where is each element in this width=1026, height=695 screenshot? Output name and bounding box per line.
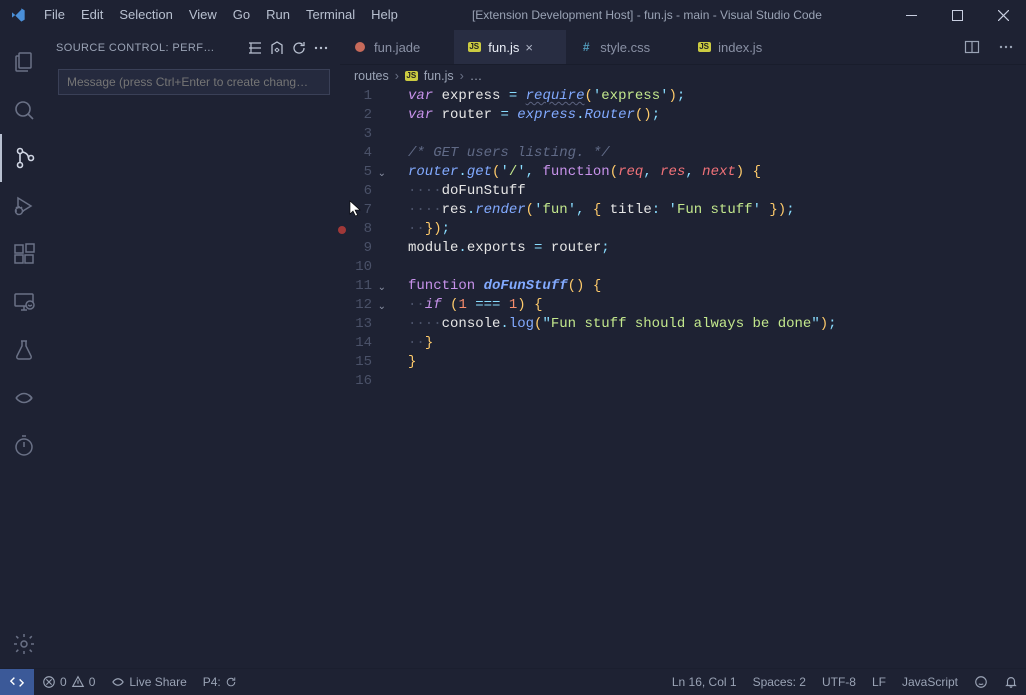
line-number[interactable]: 11⌄ [340, 277, 372, 296]
line-number[interactable]: 12⌄ [340, 296, 372, 315]
breadcrumb-symbol[interactable]: … [470, 69, 483, 83]
remote-explorer-icon[interactable] [0, 278, 48, 326]
view-tree-icon[interactable] [244, 37, 266, 59]
sidebar-title: SOURCE CONTROL: PERF… [56, 42, 244, 54]
code-line[interactable]: module.exports = router; [408, 239, 837, 258]
line-number[interactable]: 15 [340, 353, 372, 372]
breadcrumb-file[interactable]: fun.js [424, 69, 454, 83]
menu-selection[interactable]: Selection [111, 0, 180, 30]
line-number[interactable]: 10 [340, 258, 372, 277]
line-number[interactable]: 7 [340, 201, 372, 220]
code-line[interactable]: router.get('/', function(req, res, next)… [408, 163, 837, 182]
status-feedback-icon[interactable] [966, 669, 996, 695]
js-file-icon: JS [696, 39, 712, 55]
remote-indicator[interactable] [0, 669, 34, 695]
code-line[interactable]: ··}); [408, 220, 837, 239]
menu-view[interactable]: View [181, 0, 225, 30]
line-number[interactable]: 14 [340, 334, 372, 353]
timer-icon[interactable] [0, 422, 48, 470]
status-eol[interactable]: LF [864, 669, 894, 695]
status-bell-icon[interactable] [996, 669, 1026, 695]
code-line[interactable]: var router = express.Router(); [408, 106, 837, 125]
css-file-icon: # [578, 39, 594, 55]
more-icon[interactable] [310, 37, 332, 59]
search-icon[interactable] [0, 86, 48, 134]
chevron-right-icon: › [395, 69, 399, 83]
vscode-logo-icon [0, 7, 36, 23]
tab-fun-jade[interactable]: fun.jade× [340, 30, 454, 64]
close-button[interactable] [980, 0, 1026, 30]
status-p4[interactable]: P4: [195, 669, 245, 695]
minimize-button[interactable] [888, 0, 934, 30]
breakpoint-icon[interactable] [338, 226, 346, 234]
status-problems[interactable]: 0 0 [34, 669, 103, 695]
window-title: [Extension Development Host] - fun.js - … [406, 8, 888, 22]
code-line[interactable]: ··} [408, 334, 837, 353]
menu-file[interactable]: File [36, 0, 73, 30]
chevron-right-icon: › [460, 69, 464, 83]
line-number[interactable]: 9 [340, 239, 372, 258]
code-line[interactable]: ····doFunStuff [408, 182, 837, 201]
code-line[interactable] [408, 372, 837, 391]
js-file-icon: JS [405, 71, 418, 81]
status-encoding[interactable]: UTF-8 [814, 669, 864, 695]
fold-icon[interactable]: ⌄ [378, 165, 386, 184]
code-line[interactable]: ··if (1 === 1) { [408, 296, 837, 315]
menu-terminal[interactable]: Terminal [298, 0, 363, 30]
tab-style-css[interactable]: #style.css× [566, 30, 684, 64]
run-debug-icon[interactable] [0, 182, 48, 230]
line-number[interactable]: 16 [340, 372, 372, 391]
line-number[interactable]: 13 [340, 315, 372, 334]
status-language[interactable]: JavaScript [894, 669, 966, 695]
code-line[interactable] [408, 125, 837, 144]
liveshare-icon[interactable] [0, 374, 48, 422]
js-file-icon: JS [466, 39, 482, 55]
source-control-icon[interactable] [0, 134, 48, 182]
testing-icon[interactable] [0, 326, 48, 374]
line-number[interactable]: 3 [340, 125, 372, 144]
refresh-icon[interactable] [288, 37, 310, 59]
settings-gear-icon[interactable] [0, 620, 48, 668]
tab-fun-js[interactable]: JSfun.js× [454, 30, 566, 64]
code-line[interactable]: var express = require('express'); [408, 87, 837, 106]
status-indent[interactable]: Spaces: 2 [745, 669, 814, 695]
line-number[interactable]: 5⌄ [340, 163, 372, 182]
line-number[interactable]: 4 [340, 144, 372, 163]
code-line[interactable]: function doFunStuff() { [408, 277, 837, 296]
code-line[interactable] [408, 258, 837, 277]
commit-message-input[interactable] [58, 69, 330, 95]
code-line[interactable]: /* GET users listing. */ [408, 144, 837, 163]
fold-icon[interactable]: ⌄ [378, 298, 386, 317]
menu-help[interactable]: Help [363, 0, 406, 30]
status-cursor-pos[interactable]: Ln 16, Col 1 [664, 669, 745, 695]
line-number[interactable]: 1 [340, 87, 372, 106]
line-number[interactable]: 8 [340, 220, 372, 239]
menu-edit[interactable]: Edit [73, 0, 111, 30]
status-liveshare[interactable]: Live Share [103, 669, 194, 695]
line-number[interactable]: 2 [340, 106, 372, 125]
commit-icon[interactable] [266, 37, 288, 59]
explorer-icon[interactable] [0, 38, 48, 86]
code-line[interactable]: ····res.render('fun', { title: 'Fun stuf… [408, 201, 837, 220]
menu-run[interactable]: Run [258, 0, 298, 30]
jade-file-icon [352, 39, 368, 55]
editor-more-icon[interactable] [992, 33, 1020, 61]
code-line[interactable]: ····console.log("Fun stuff should always… [408, 315, 837, 334]
extensions-icon[interactable] [0, 230, 48, 278]
close-tab-icon[interactable]: × [525, 40, 541, 55]
fold-icon[interactable]: ⌄ [378, 279, 386, 298]
maximize-button[interactable] [934, 0, 980, 30]
breadcrumb-folder[interactable]: routes [354, 69, 389, 83]
code-line[interactable]: } [408, 353, 837, 372]
menu-go[interactable]: Go [225, 0, 258, 30]
tab-index-js[interactable]: JSindex.js× [684, 30, 796, 64]
line-number[interactable]: 6 [340, 182, 372, 201]
split-editor-icon[interactable] [958, 33, 986, 61]
